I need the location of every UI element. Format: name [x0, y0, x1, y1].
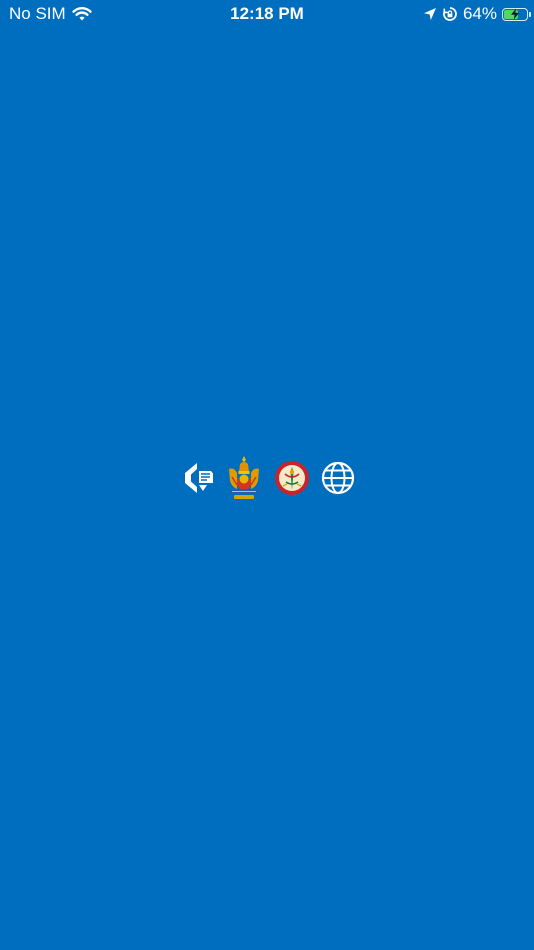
ministry-seal-icon — [274, 461, 309, 495]
orientation-lock-icon — [443, 7, 457, 21]
charging-bolt-icon — [511, 8, 519, 20]
location-arrow-icon — [423, 8, 436, 20]
royal-crest-icon — [229, 456, 260, 499]
battery-percent: 64% — [462, 4, 497, 23]
globe-icon — [321, 461, 355, 495]
status-right: 64% — [423, 4, 531, 24]
battery-icon — [502, 7, 531, 21]
app-logo-icon — [185, 463, 213, 493]
battery-tip — [529, 11, 531, 17]
splash-logos — [183, 453, 355, 503]
status-bar: No SIM 12:18 PM 64% — [0, 0, 534, 28]
